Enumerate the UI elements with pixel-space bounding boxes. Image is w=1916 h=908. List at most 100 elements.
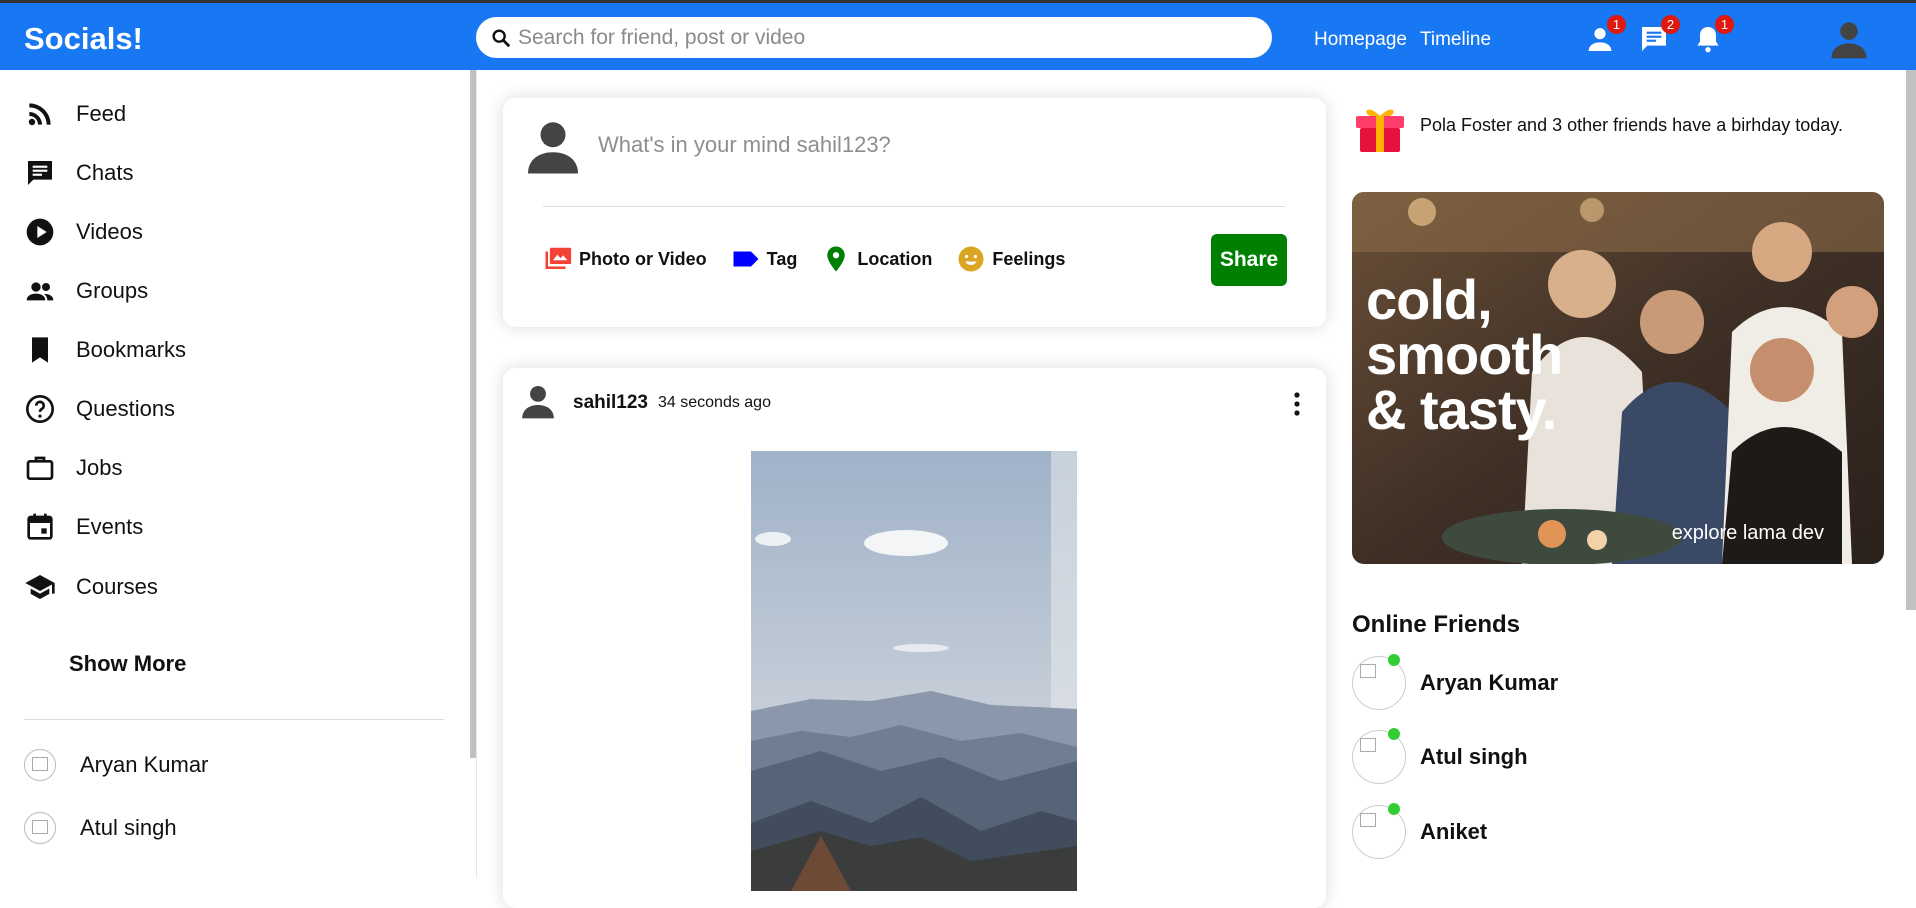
sidebar-friend[interactable]: Aryan Kumar	[24, 749, 208, 781]
birthday-others[interactable]: 3 other friends	[1552, 115, 1667, 135]
sidebar-item-label: Questions	[76, 396, 176, 421]
feelings-option[interactable]: Feelings	[956, 244, 1065, 274]
sidebar-item-groups[interactable]: Groups	[24, 275, 148, 307]
label-icon	[733, 251, 759, 267]
online-friend[interactable]: Aniket	[1352, 803, 1488, 859]
share-divider	[543, 206, 1285, 207]
sidebar-item-label: Chats	[76, 160, 134, 185]
birthday-notice: Pola Foster and 3 other friends have a b…	[1352, 96, 1843, 154]
ad-headline: cold, smooth & tasty.	[1366, 268, 1563, 441]
post-time: 34 seconds ago	[658, 394, 771, 411]
location-option[interactable]: Location	[821, 244, 932, 274]
ad-headline-line: smooth	[1366, 323, 1563, 386]
sidebar-item-jobs[interactable]: Jobs	[24, 452, 122, 484]
sidebar-item-label: Bookmarks	[76, 337, 187, 362]
bookmark-icon	[32, 337, 48, 363]
advertisement[interactable]: cold, smooth & tasty. explore lama dev	[1352, 192, 1884, 564]
online-friends-title: Online Friends	[1352, 611, 1521, 638]
rss-feed-icon	[28, 103, 51, 126]
ad-headline-line: cold,	[1366, 268, 1493, 331]
sidebar-item-label: Feed	[76, 101, 127, 126]
sidebar-item-bookmarks[interactable]: Bookmarks	[24, 334, 186, 366]
search-input[interactable]	[518, 25, 1258, 50]
friend-requests-button[interactable]: 1	[1584, 15, 1626, 55]
birthday-friend-name[interactable]: Pola Foster	[1420, 115, 1512, 135]
search-icon	[492, 28, 511, 47]
perm-media-icon	[545, 247, 572, 269]
profile-avatar-icon[interactable]	[1828, 18, 1870, 60]
play-circle-icon	[26, 218, 54, 246]
sidebar-item-courses[interactable]: Courses	[24, 571, 158, 603]
sidebar-friend[interactable]: Atul singh	[24, 812, 177, 844]
show-more-button[interactable]: Show More	[69, 651, 186, 677]
sidebar-item-events[interactable]: Events	[24, 511, 143, 543]
page-scrollbar[interactable]	[1906, 70, 1916, 610]
online-friend-name: Aniket	[1420, 819, 1488, 844]
sidebar-item-label: Courses	[76, 574, 158, 599]
share-input[interactable]: What's in your mind sahil123?	[598, 132, 891, 158]
notifications-button[interactable]: 1	[1692, 15, 1734, 55]
more-vert-icon[interactable]	[1287, 390, 1307, 418]
post-image[interactable]	[751, 451, 1077, 891]
option-label: Feelings	[992, 248, 1066, 269]
friends-badge: 1	[1607, 15, 1626, 34]
sidebar-item-videos[interactable]: Videos	[24, 216, 143, 248]
room-icon	[827, 246, 846, 272]
emoji-emotions-icon	[958, 246, 984, 272]
sidebar-item-feed[interactable]: Feed	[24, 98, 126, 130]
share-options: Photo or Video Tag Location Feelings	[543, 244, 1065, 274]
post-card: sahil123 34 seconds ago	[503, 368, 1326, 908]
timeline-link[interactable]: Timeline	[1420, 29, 1491, 51]
sidebar-item-label: Events	[76, 514, 144, 539]
ad-tagline: explore lama dev	[1671, 522, 1824, 544]
mountain-photo	[751, 451, 1077, 891]
online-friend-avatar	[1352, 654, 1406, 710]
sidebar-item-chats[interactable]: Chats	[24, 157, 133, 189]
homepage-link[interactable]: Homepage	[1314, 29, 1407, 51]
column-divider	[476, 70, 477, 878]
online-friend-name: Atul singh	[1420, 744, 1528, 769]
friend-name: Atul singh	[80, 815, 177, 840]
user-avatar-icon	[528, 122, 578, 174]
top-icons: 1 2 1	[1584, 15, 1734, 55]
chat-icon	[28, 161, 52, 185]
post-avatar-icon[interactable]	[519, 382, 557, 420]
sidebar-divider	[24, 719, 444, 720]
sidebar-item-label: Videos	[76, 219, 143, 244]
sidebar-item-label: Jobs	[76, 455, 123, 480]
sidebar-item-questions[interactable]: Questions	[24, 393, 175, 425]
online-indicator	[1388, 654, 1400, 666]
work-outline-icon	[26, 456, 54, 480]
online-friend-name: Aryan Kumar	[1420, 670, 1559, 695]
online-indicator	[1388, 803, 1400, 815]
sidebar-item-label: Groups	[76, 278, 149, 303]
group-icon	[26, 282, 54, 301]
gift-icon	[1356, 109, 1404, 152]
event-icon	[27, 513, 53, 540]
photo-video-option[interactable]: Photo or Video	[543, 244, 707, 274]
app-logo[interactable]: Socials!	[24, 21, 143, 57]
option-label: Tag	[766, 248, 798, 269]
tag-option[interactable]: Tag	[731, 244, 798, 274]
online-friend-avatar	[1352, 728, 1406, 784]
online-friend[interactable]: Atul singh	[1352, 728, 1528, 784]
ad-headline-line: & tasty.	[1366, 378, 1557, 441]
option-label: Photo or Video	[579, 248, 707, 269]
birthday-mid: and	[1512, 114, 1553, 135]
help-outline-icon	[26, 395, 54, 423]
notifications-badge: 1	[1715, 15, 1734, 34]
online-indicator	[1388, 728, 1400, 740]
friend-avatar	[24, 749, 56, 781]
search-bar[interactable]	[476, 17, 1272, 58]
messages-button[interactable]: 2	[1638, 15, 1680, 55]
left-sidebar: Feed Chats Videos Groups Bookmarks Quest…	[0, 70, 470, 878]
share-button[interactable]: Share	[1211, 234, 1287, 286]
share-box: What's in your mind sahil123? Photo or V…	[503, 98, 1326, 327]
online-friend[interactable]: Aryan Kumar	[1352, 654, 1559, 710]
messages-badge: 2	[1661, 15, 1680, 34]
option-label: Location	[857, 248, 933, 269]
online-friend-avatar	[1352, 803, 1406, 859]
school-icon	[25, 575, 55, 599]
post-username[interactable]: sahil123	[573, 392, 648, 414]
friend-name: Aryan Kumar	[80, 752, 209, 777]
